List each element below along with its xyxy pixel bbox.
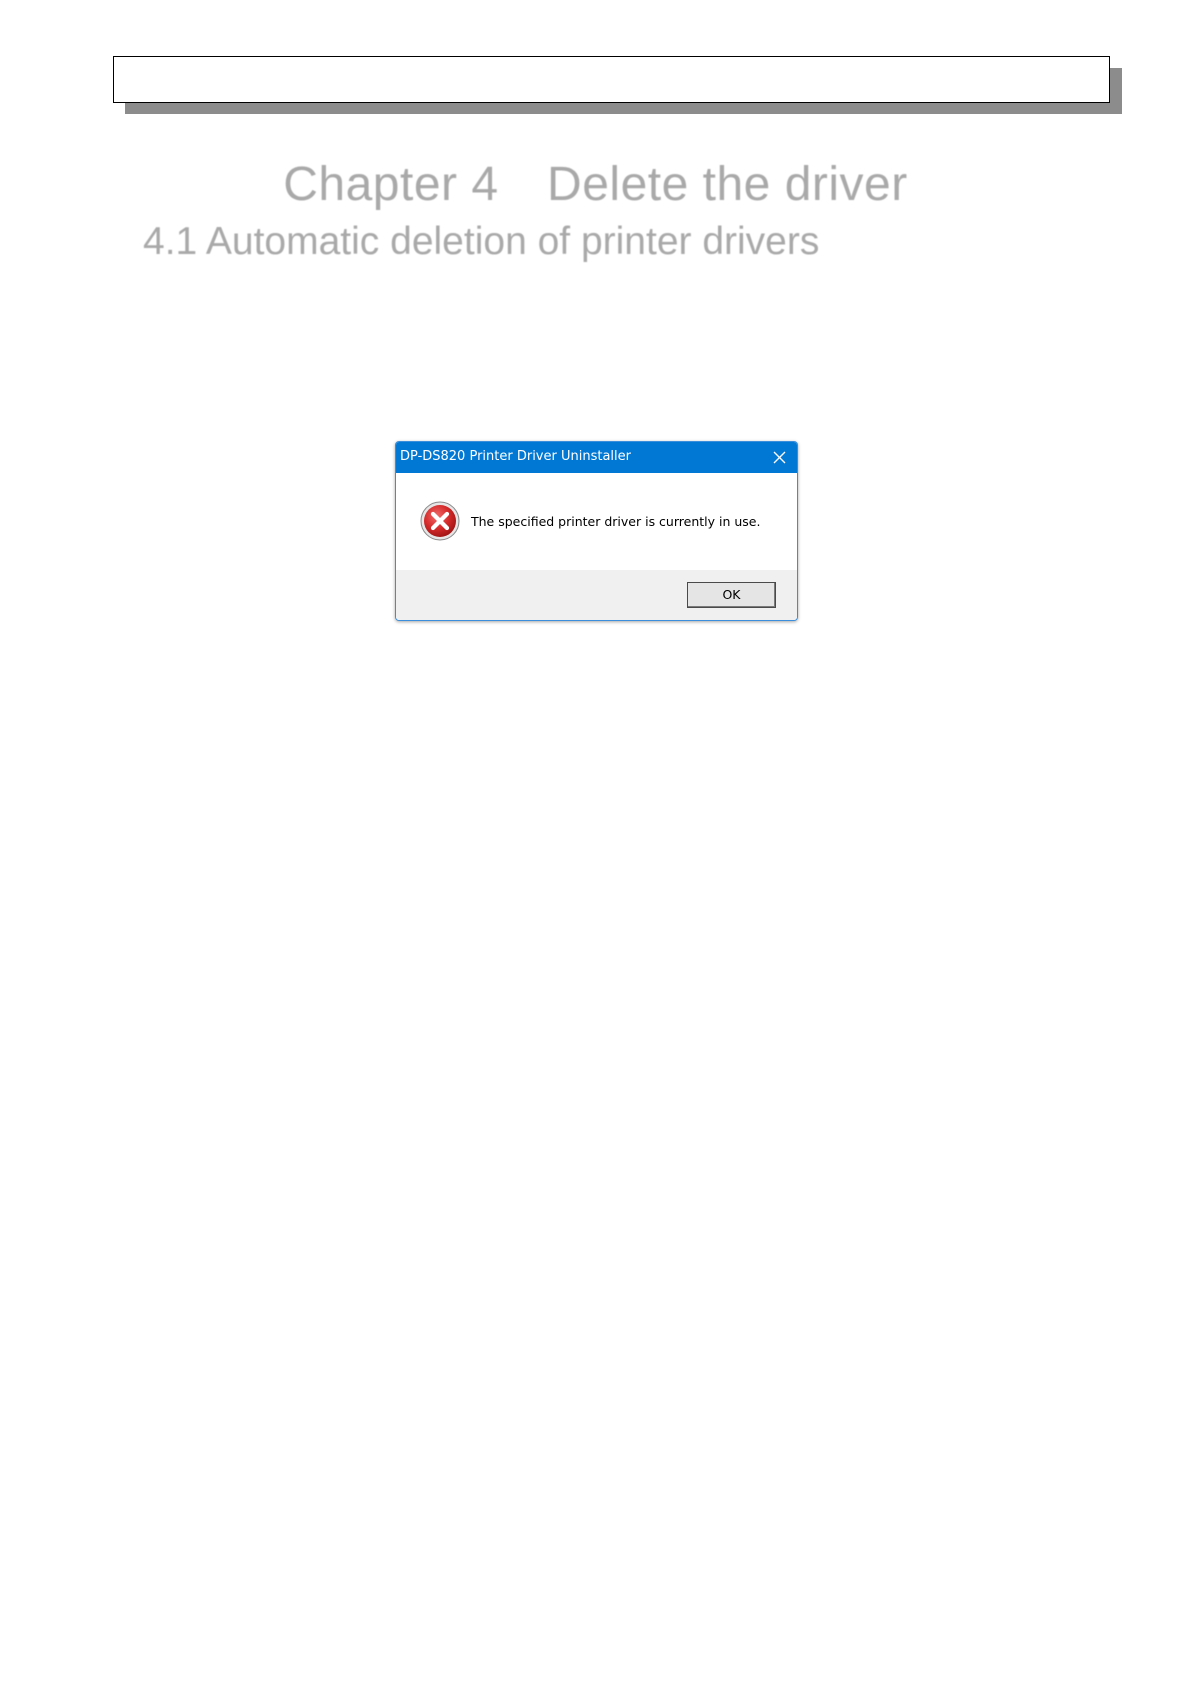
- close-button[interactable]: [761, 442, 797, 473]
- dialog-message: The specified printer driver is currentl…: [471, 514, 761, 529]
- dialog-title: DP-DS820 Printer Driver Uninstaller: [400, 449, 631, 464]
- error-icon: [420, 501, 460, 541]
- chapter-title: Chapter 4 Delete the driver: [283, 158, 908, 211]
- header-box: [113, 56, 1110, 103]
- dialog-footer: OK: [396, 570, 797, 620]
- close-icon: [773, 451, 786, 464]
- section-title: 4.1 Automatic deletion of printer driver…: [143, 220, 820, 263]
- dialog-titlebar[interactable]: DP-DS820 Printer Driver Uninstaller: [396, 442, 797, 473]
- error-dialog: DP-DS820 Printer Driver Uninstaller The …: [395, 441, 798, 621]
- dialog-body: The specified printer driver is currentl…: [396, 473, 797, 570]
- ok-button[interactable]: OK: [687, 582, 776, 608]
